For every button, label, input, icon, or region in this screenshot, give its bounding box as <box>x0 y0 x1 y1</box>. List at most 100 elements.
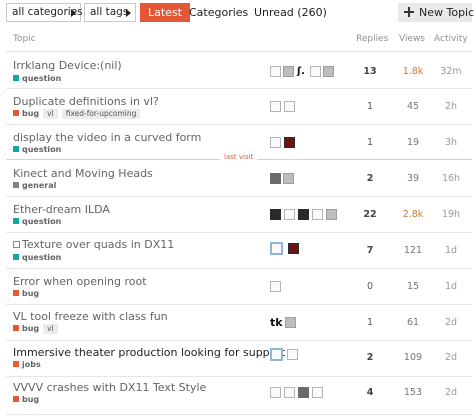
column-topic[interactable]: Topic <box>13 34 36 44</box>
avatar[interactable] <box>310 66 321 77</box>
column-views[interactable]: Views <box>399 34 425 44</box>
avatar[interactable]: tk <box>270 317 283 328</box>
topic-title[interactable]: Ether-dream ILDA <box>13 203 110 216</box>
topic-title[interactable]: Texture over quads in DX11 <box>22 238 174 251</box>
avatar[interactable] <box>288 243 299 254</box>
avatar[interactable] <box>270 281 281 292</box>
activity-time[interactable]: 2h <box>434 101 468 112</box>
new-topic-button[interactable]: New Topic <box>398 3 474 22</box>
topic-title[interactable]: display the video in a curved form <box>13 131 201 144</box>
views-count: 39 <box>406 173 420 184</box>
topic-category[interactable]: bug <box>13 395 39 404</box>
topic-title[interactable]: Duplicate definitions in vl? <box>13 95 159 108</box>
views-count: 121 <box>403 245 423 256</box>
topic-category[interactable]: general <box>13 181 56 190</box>
topic-category[interactable]: jobs <box>13 360 41 369</box>
replies-count[interactable]: 1 <box>358 101 382 112</box>
avatar[interactable] <box>298 387 309 398</box>
avatar[interactable]: ʃ. <box>297 66 308 77</box>
activity-time[interactable]: 19h <box>434 209 468 220</box>
topic-title[interactable]: VL tool freeze with class fun <box>13 310 168 323</box>
topic-category[interactable]: question <box>13 253 61 262</box>
column-replies[interactable]: Replies <box>356 34 388 44</box>
topic-row[interactable]: Duplicate definitions in vl? bug vl fixed-… <box>6 89 472 125</box>
activity-time[interactable]: 3h <box>434 137 468 148</box>
topic-category[interactable]: bug vl <box>13 324 58 334</box>
avatar[interactable] <box>284 387 295 398</box>
topic-row[interactable]: Immersive theater production looking for… <box>6 341 472 377</box>
avatar[interactable] <box>283 66 294 77</box>
activity-time[interactable]: 1d <box>434 245 468 256</box>
category-label: question <box>22 253 62 262</box>
avatar[interactable] <box>284 137 295 148</box>
avatar[interactable] <box>270 137 281 148</box>
topic-row[interactable]: VVVV crashes with DX11 Text Style bug 4 … <box>6 377 472 415</box>
activity-time[interactable]: 2d <box>434 317 468 328</box>
avatar[interactable] <box>270 242 283 255</box>
avatar[interactable] <box>270 209 281 220</box>
nav-categories[interactable]: Categories <box>189 3 248 22</box>
topic-row[interactable]: Texture over quads in DX11 question 7 12… <box>6 233 472 269</box>
avatar[interactable] <box>283 173 294 184</box>
activity-time[interactable]: 1d <box>434 281 468 292</box>
activity-time[interactable]: 32m <box>434 66 468 77</box>
avatar[interactable] <box>284 101 295 112</box>
views-count: 45 <box>406 101 420 112</box>
nav-latest[interactable]: Latest <box>140 3 190 22</box>
replies-count[interactable]: 1 <box>358 317 382 328</box>
avatar[interactable] <box>298 209 309 220</box>
topic-category[interactable]: question <box>13 217 61 226</box>
avatar[interactable] <box>270 173 281 184</box>
nav-unread[interactable]: Unread (260) <box>254 3 327 22</box>
categories-dropdown[interactable]: all categories <box>6 3 83 22</box>
topic-title[interactable]: Immersive theater production looking for… <box>13 346 285 359</box>
avatar[interactable] <box>270 66 281 77</box>
tag[interactable]: vl <box>43 324 58 334</box>
topic-category[interactable]: question <box>13 74 61 83</box>
topic-category[interactable]: question <box>13 145 61 154</box>
topic-title[interactable]: Error when opening root <box>13 275 147 288</box>
topic-category[interactable]: bug vl fixed-for-upcoming <box>13 109 141 119</box>
avatar[interactable] <box>270 387 281 398</box>
category-label: bug <box>22 289 40 298</box>
activity-time[interactable]: 2d <box>434 387 468 398</box>
avatar[interactable] <box>323 66 334 77</box>
avatar[interactable] <box>312 209 323 220</box>
replies-count[interactable]: 2 <box>358 352 382 363</box>
column-activity[interactable]: Activity <box>434 34 468 44</box>
replies-count[interactable]: 0 <box>358 281 382 292</box>
topic-row[interactable]: VL tool freeze with class fun bug vl tk 1… <box>6 305 472 341</box>
replies-count[interactable]: 2 <box>358 173 382 184</box>
topic-row[interactable]: Kinect and Moving Heads general 2 39 16h <box>6 161 472 197</box>
avatar[interactable] <box>270 101 281 112</box>
replies-count[interactable]: 1 <box>358 137 382 148</box>
topic-row[interactable]: Irrklang Device:(nil) question ʃ. 13 1.8… <box>6 53 472 89</box>
topic-title[interactable]: Kinect and Moving Heads <box>13 167 153 180</box>
caret-right-icon <box>126 9 131 17</box>
replies-count[interactable]: 13 <box>358 66 382 77</box>
tags-dropdown[interactable]: all tags <box>84 3 136 22</box>
activity-time[interactable]: 16h <box>434 173 468 184</box>
topic-row[interactable]: Ether-dream ILDA question 22 2.8k 19h <box>6 197 472 233</box>
avatar[interactable] <box>312 387 323 398</box>
category-swatch <box>13 75 19 81</box>
avatar[interactable] <box>270 348 283 361</box>
topic-row[interactable]: Error when opening root bug 0 15 1d <box>6 269 472 305</box>
tag[interactable]: fixed-for-upcoming <box>61 109 141 119</box>
pinned-icon <box>13 241 20 248</box>
category-swatch <box>13 396 19 402</box>
avatar[interactable] <box>326 209 337 220</box>
topic-category[interactable]: bug <box>13 289 39 298</box>
tag[interactable]: vl <box>43 109 58 119</box>
avatar[interactable] <box>285 317 296 328</box>
category-label: question <box>22 74 62 83</box>
replies-count[interactable]: 4 <box>358 387 382 398</box>
views-count: 109 <box>403 352 423 363</box>
topic-title[interactable]: Irrklang Device:(nil) <box>13 59 122 72</box>
avatar[interactable] <box>284 209 295 220</box>
activity-time[interactable]: 2d <box>434 352 468 363</box>
topic-title[interactable]: VVVV crashes with DX11 Text Style <box>13 381 206 394</box>
replies-count[interactable]: 22 <box>358 209 382 220</box>
avatar[interactable] <box>287 349 298 360</box>
replies-count[interactable]: 7 <box>358 245 382 256</box>
